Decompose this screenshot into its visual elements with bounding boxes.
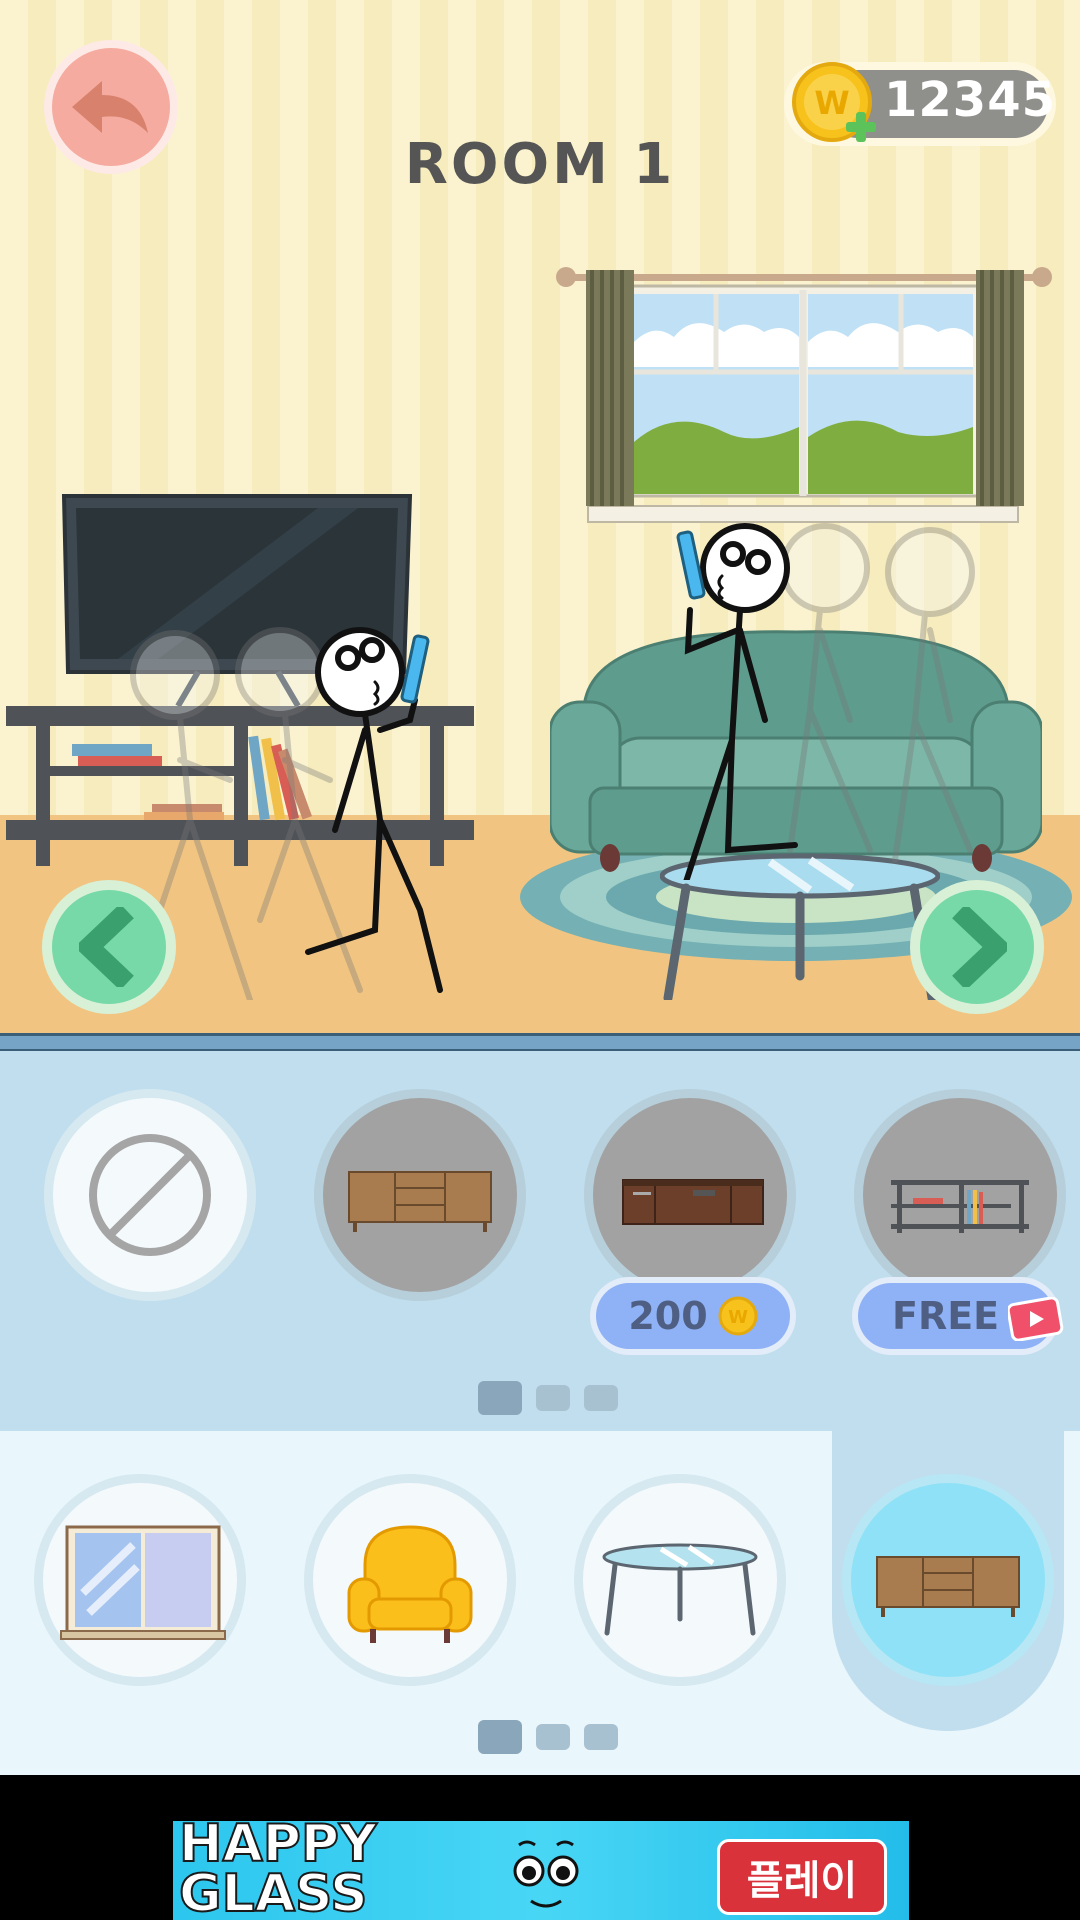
svg-text:W: W [814,84,849,122]
variant-shelf-tv-stand[interactable] [854,1089,1066,1301]
category-sideboard[interactable] [842,1474,1054,1686]
ad-title: HAPPY GLASS [178,1821,378,1920]
category-armchair[interactable] [304,1474,516,1686]
sideboard-icon [876,1556,1020,1617]
prev-room-button[interactable] [42,880,176,1014]
variant-dark-tv-stand[interactable] [584,1089,796,1301]
room-title: ROOM 1 [404,132,676,197]
ad-play-button[interactable]: 플레이 [717,1839,887,1915]
page-dot[interactable] [584,1385,618,1411]
dark-tv-stand-icon [622,1179,764,1225]
ad-banner[interactable]: HAPPY GLASS 플레이 [173,1821,909,1920]
window [556,267,1052,523]
none-icon [89,1134,211,1256]
sideboard-icon [348,1171,492,1232]
variant-sideboard[interactable] [314,1089,526,1301]
ad-title-line2: GLASS [178,1864,369,1920]
svg-text:W: W [728,1307,748,1328]
glass-face-icon [513,1840,579,1908]
coffee-table-icon [602,1543,758,1636]
category-window[interactable] [34,1474,246,1686]
next-room-button[interactable] [910,880,1044,1014]
video-ad-icon [1008,1297,1064,1341]
scene-divider [0,1033,1080,1051]
page-dot[interactable] [478,1381,522,1415]
page-dot[interactable] [536,1385,570,1411]
price-label: 200 [628,1294,708,1338]
free-label: FREE [892,1294,1000,1338]
category-coffee-table[interactable] [574,1474,786,1686]
back-arrow-icon [72,81,148,133]
page-dot[interactable] [536,1724,570,1750]
page-dot[interactable] [478,1720,522,1754]
price-button-200[interactable]: 200 W [590,1277,796,1355]
coin-icon: W [718,1296,758,1336]
variant-none[interactable] [44,1089,256,1301]
variant-pager [478,1381,618,1415]
coin-value: 12345 [884,72,1056,128]
chevron-right-icon [952,907,1007,987]
variant-panel: 200 W FREE [0,1051,1080,1431]
ad-area: HAPPY GLASS 플레이 [0,1775,1080,1920]
stick-figure-right [676,523,975,880]
free-video-button[interactable]: FREE [852,1277,1064,1355]
shelf-tv-stand-icon [891,1180,1029,1233]
room-scene: W 12345 ROOM 1 [0,0,1080,1035]
page-dot[interactable] [584,1724,618,1750]
window-icon [60,1525,226,1640]
category-pager [478,1720,618,1754]
armchair-icon [347,1525,473,1643]
chevron-left-icon [79,907,134,987]
